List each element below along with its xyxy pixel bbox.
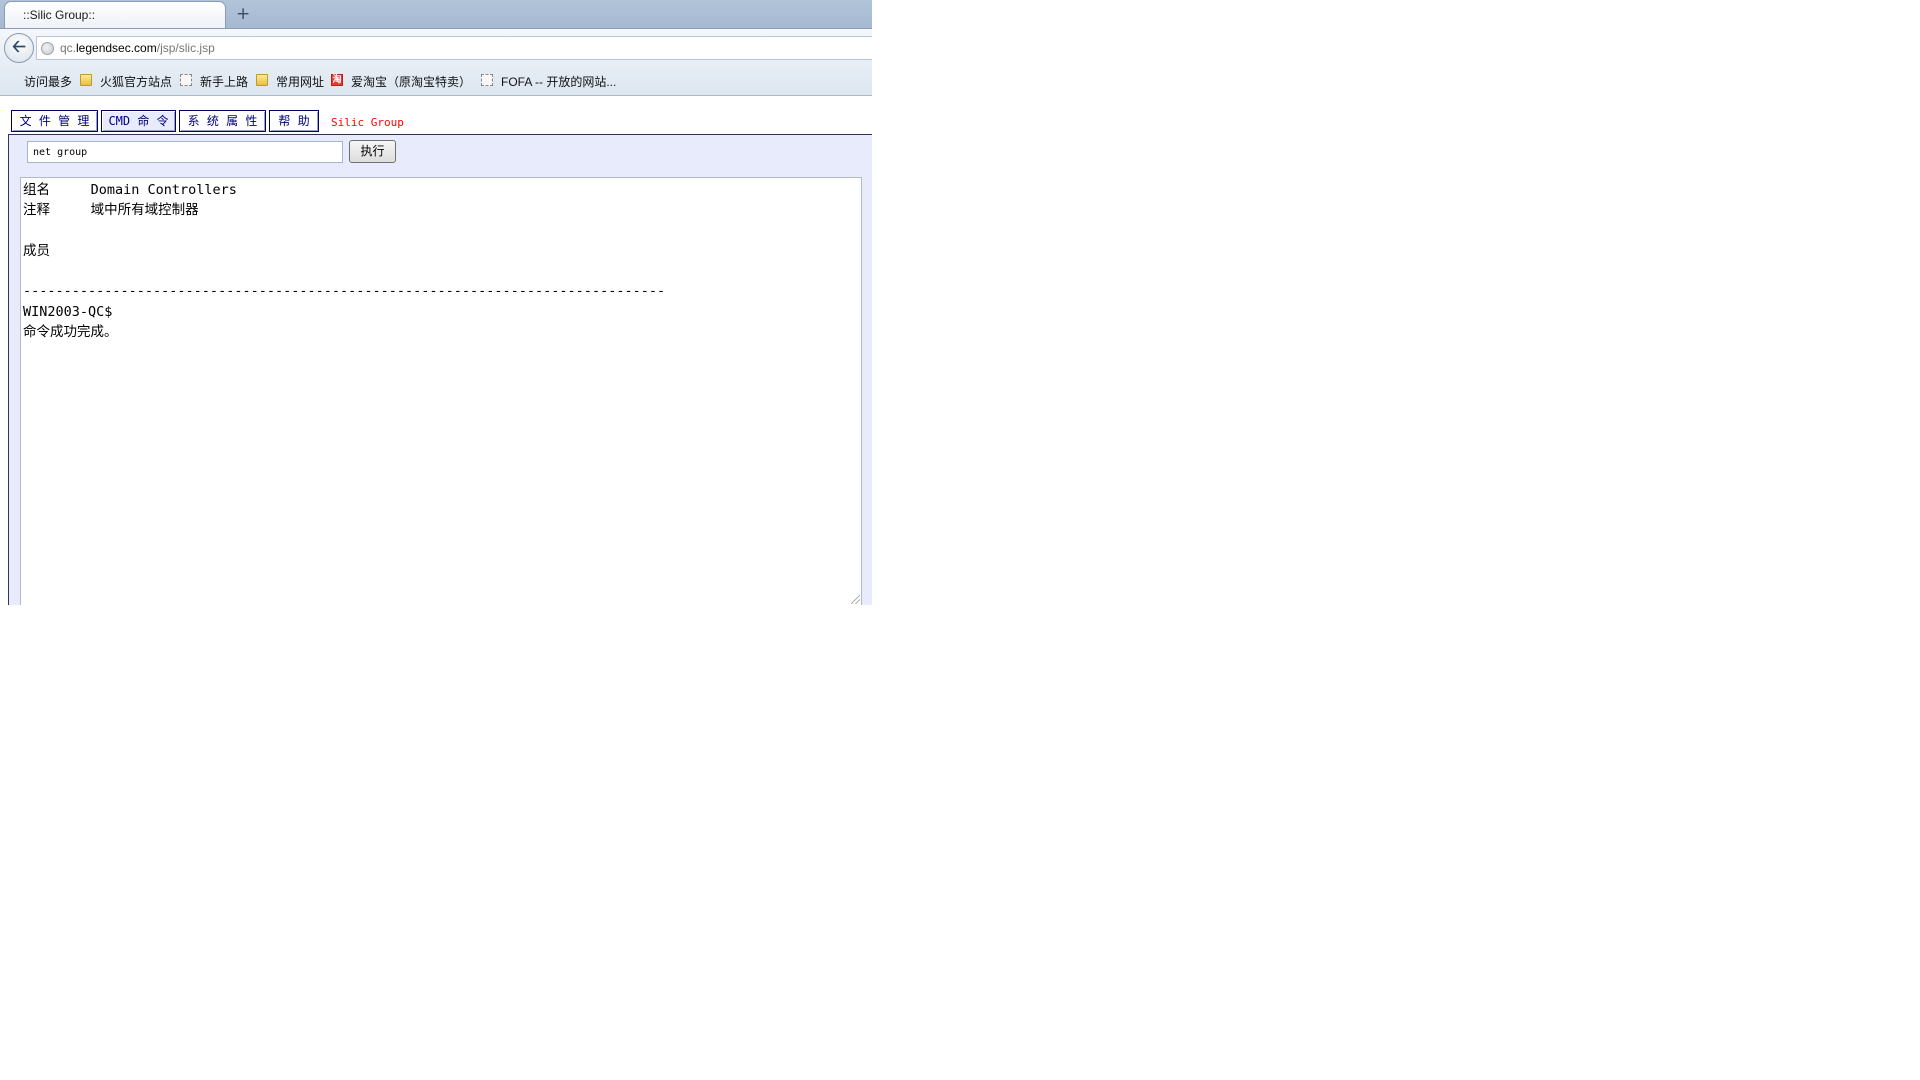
menu-help[interactable]: 帮 助 (269, 110, 319, 132)
taobao-icon: 淘 (331, 74, 343, 86)
address-bar[interactable]: qc.legendsec.com/jsp/slic.jsp (36, 36, 872, 60)
page-content: 文 件 管 理 CMD 命 令 系 统 属 性 帮 助 Silic Group … (0, 96, 872, 605)
bookmark-label: 爱淘宝（原淘宝特卖） (351, 75, 472, 89)
back-button[interactable]: 🡠 (4, 33, 34, 63)
url-prefix: qc. (60, 41, 77, 55)
screen: ::Silic Group:: + 🡠 qc.legendsec.com/jsp… (0, 0, 1920, 1080)
command-input[interactable] (27, 141, 343, 163)
bookmark-label: FOFA -- 开放的网站... (501, 75, 617, 89)
navigation-bar: 🡠 qc.legendsec.com/jsp/slic.jsp (0, 29, 872, 66)
folder-icon (80, 74, 92, 86)
browser-window: ::Silic Group:: + 🡠 qc.legendsec.com/jsp… (0, 0, 872, 605)
dashed-page-icon (180, 74, 192, 86)
dashed-page-icon (481, 74, 493, 86)
url-text: qc.legendsec.com/jsp/slic.jsp (60, 41, 215, 55)
bookmark-label: 新手上路 (200, 75, 249, 89)
command-output-text: 组名 Domain Controllers 注释 域中所有域控制器 成员 ---… (23, 182, 666, 341)
command-output-textarea[interactable]: 组名 Domain Controllers 注释 域中所有域控制器 成员 ---… (20, 177, 862, 605)
brand-link[interactable]: Silic Group (331, 116, 404, 129)
execute-button[interactable]: 执行 (349, 140, 396, 163)
new-tab-button[interactable]: + (236, 2, 250, 26)
folder-icon (256, 74, 268, 86)
globe-icon (41, 42, 54, 55)
back-arrow-icon: 🡠 (12, 37, 26, 57)
tab-title: ::Silic Group:: (23, 8, 96, 22)
bookmark-label: 访问最多 (24, 75, 73, 89)
url-host: legendsec.com (76, 41, 157, 55)
resize-grip-icon[interactable] (851, 595, 860, 604)
bookmarks-bar: 访问最多 火狐官方站点 新手上路 常用网址 淘 爱淘宝（原淘宝特卖） FOFA … (0, 66, 872, 605)
cmd-panel: 执行 组名 Domain Controllers 注释 域中所有域控制器 成员 … (8, 134, 872, 605)
bookmark-label: 火狐官方站点 (100, 75, 173, 89)
menu-file-manager[interactable]: 文 件 管 理 (11, 110, 98, 132)
tab-silic-group[interactable]: ::Silic Group:: (4, 1, 226, 28)
menu-cmd-command[interactable]: CMD 命 令 (101, 110, 176, 132)
tab-strip: ::Silic Group:: + (0, 0, 872, 29)
menu-system-properties[interactable]: 系 统 属 性 (179, 110, 266, 132)
url-path: /jsp/slic.jsp (156, 41, 215, 55)
bookmark-label: 常用网址 (276, 75, 325, 89)
